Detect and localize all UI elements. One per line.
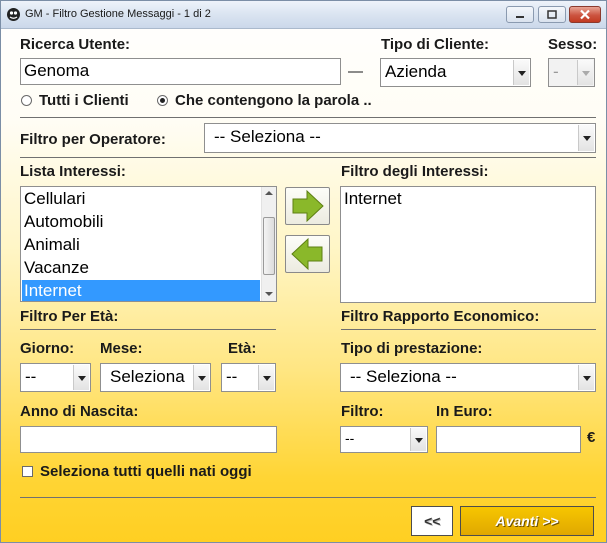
minimize-icon <box>516 16 524 18</box>
divider <box>341 329 596 330</box>
chevron-down-icon[interactable] <box>258 365 274 390</box>
lista-interessi-label: Lista Interessi: <box>20 163 126 180</box>
radio-contengono-parola-label[interactable]: Che contengono la parola .. <box>175 92 372 109</box>
tipo-prestazione-select[interactable]: -- Seleziona -- <box>340 363 596 392</box>
ricerca-utente-input[interactable]: Genoma <box>20 58 341 85</box>
list-item[interactable]: Automobili <box>22 211 260 234</box>
filtro-interessi-label: Filtro degli Interessi: <box>341 163 489 180</box>
eta-label: Età: <box>228 340 257 357</box>
giorno-value: -- <box>25 367 37 386</box>
divider <box>20 497 596 498</box>
filtro-value: -- <box>345 430 355 446</box>
filtro-label: Filtro: <box>341 403 384 420</box>
title-bar[interactable]: GM - Filtro Gestione Messaggi - 1 di 2 <box>1 1 606 29</box>
giorno-select[interactable]: -- <box>20 363 91 392</box>
giorno-label: Giorno: <box>20 340 75 357</box>
tipo-cliente-label: Tipo di Cliente: <box>381 36 490 53</box>
dialog-window: GM - Filtro Gestione Messaggi - 1 di 2 R… <box>0 0 607 543</box>
scroll-thumb[interactable] <box>263 217 275 275</box>
sesso-value: - <box>553 62 559 81</box>
tipo-cliente-select[interactable]: Azienda <box>380 58 531 87</box>
chevron-down-icon[interactable] <box>578 365 594 390</box>
maximize-button[interactable] <box>538 6 566 23</box>
mese-select[interactable]: Seleziona <box>100 363 211 392</box>
radio-tutti-clienti[interactable] <box>21 95 32 106</box>
filtro-eta-label: Filtro Per Età: <box>20 308 119 325</box>
divider <box>20 157 596 158</box>
chevron-down-icon[interactable] <box>73 365 89 390</box>
add-interest-button[interactable] <box>285 187 330 225</box>
chevron-down-icon[interactable] <box>410 428 426 451</box>
remove-interest-button[interactable] <box>285 235 330 273</box>
chevron-down-icon[interactable] <box>513 60 529 85</box>
anno-nascita-input[interactable] <box>20 426 277 453</box>
sesso-select[interactable]: - <box>548 58 595 87</box>
radio-contengono-parola[interactable] <box>157 95 168 106</box>
close-icon <box>580 9 590 20</box>
euro-symbol: € <box>587 429 596 446</box>
in-euro-label: In Euro: <box>436 403 493 420</box>
arrow-left-icon <box>291 237 323 271</box>
dash-separator: — <box>348 63 363 80</box>
radio-tutti-clienti-label[interactable]: Tutti i Clienti <box>39 92 129 109</box>
in-euro-input[interactable] <box>436 426 581 453</box>
operatore-value: -- Seleziona -- <box>214 127 321 146</box>
mese-value: Seleziona <box>110 367 185 386</box>
list-item[interactable]: Internet <box>342 188 592 211</box>
close-button[interactable] <box>569 6 601 23</box>
nati-oggi-checkbox[interactable] <box>22 466 33 477</box>
filtro-select[interactable]: -- <box>340 426 428 453</box>
app-logo-icon <box>7 8 20 21</box>
divider <box>20 329 276 330</box>
chevron-down-icon[interactable] <box>577 60 593 85</box>
window-title: GM - Filtro Gestione Messaggi - 1 di 2 <box>25 8 211 20</box>
lista-interessi-listbox[interactable]: Cellulari Automobili Animali Vacanze Int… <box>20 186 277 302</box>
operatore-select[interactable]: -- Seleziona -- <box>204 123 596 153</box>
anno-nascita-label: Anno di Nascita: <box>20 403 139 420</box>
ricerca-utente-label: Ricerca Utente: <box>20 36 131 53</box>
scroll-down-icon[interactable] <box>262 288 276 301</box>
tipo-cliente-value: Azienda <box>385 62 447 81</box>
tipo-prestazione-label: Tipo di prestazione: <box>341 340 483 357</box>
next-button-label: Avanti >> <box>495 513 559 529</box>
maximize-icon <box>547 10 557 19</box>
operatore-label: Filtro per Operatore: <box>20 131 166 148</box>
list-item[interactable]: Cellulari <box>22 188 260 211</box>
filtro-interessi-listbox[interactable]: Internet <box>340 186 596 303</box>
minimize-button[interactable] <box>506 6 534 23</box>
list-item[interactable]: Animali <box>22 234 260 257</box>
sesso-label: Sesso: <box>548 36 598 53</box>
back-button[interactable]: << <box>411 506 453 536</box>
list-item-selected[interactable]: Internet <box>22 280 260 301</box>
listbox-scrollbar[interactable] <box>261 187 276 301</box>
chevron-down-icon[interactable] <box>578 125 594 151</box>
list-item[interactable]: Vacanze <box>22 257 260 280</box>
tipo-prestazione-value: -- Seleziona -- <box>350 367 457 386</box>
filtro-economico-label: Filtro Rapporto Economico: <box>341 308 540 325</box>
eta-value: -- <box>226 367 238 386</box>
back-button-label: << <box>423 513 441 529</box>
scroll-up-icon[interactable] <box>262 187 276 200</box>
nati-oggi-label[interactable]: Seleziona tutti quelli nati oggi <box>40 463 252 480</box>
divider <box>20 117 596 118</box>
arrow-right-icon <box>292 189 324 223</box>
eta-select[interactable]: -- <box>221 363 276 392</box>
chevron-down-icon[interactable] <box>193 365 209 390</box>
next-button[interactable]: Avanti >> <box>460 506 594 536</box>
mese-label: Mese: <box>100 340 143 357</box>
